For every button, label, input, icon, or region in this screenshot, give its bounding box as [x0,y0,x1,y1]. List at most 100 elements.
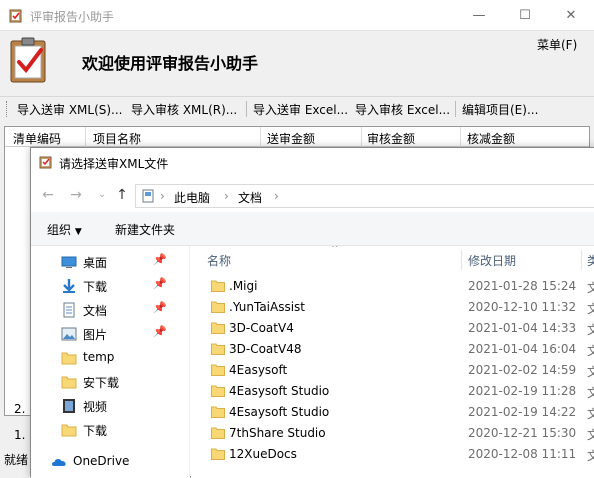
nav-item-videos[interactable]: 视频 [31,394,189,418]
menu-button[interactable]: 菜单(F) [537,36,577,53]
file-name: 12XueDocs [229,447,297,461]
nav-item-anxiazai[interactable]: 安下载 [31,370,189,394]
column-header-code[interactable]: 清单编码 [13,130,61,147]
file-open-dialog: 请选择送审XML文件 ← → ⌄ ↑ › 此电脑 › 文档 › 组织 ▼ 新建文… [30,147,594,478]
nav-item-temp[interactable]: temp [31,346,189,370]
column-divider [461,250,462,270]
file-list[interactable]: ^ 名称 修改日期 类 .Migi 2021-01-28 15:24 文 .YunTa… [191,246,594,478]
toolbar-separator [246,101,247,117]
breadcrumb-this-pc[interactable]: 此电脑 [174,189,210,206]
nav-item-label: 视频 [83,400,108,414]
column-header-name[interactable]: 项目名称 [93,130,141,147]
file-name: 7thShare Studio [229,426,326,440]
nav-item-onedrive[interactable]: OneDrive [21,450,179,474]
file-list-header: ^ 名称 修改日期 类 [191,246,594,270]
nav-item-downloads-folder[interactable]: 下载 [31,418,189,442]
file-date: 2021-01-04 14:33 [468,321,577,335]
column-divider [460,127,461,147]
folder-icon [211,280,225,292]
file-row[interactable]: 7thShare Studio 2020-12-21 15:30 文 [191,423,594,444]
folder-icon [211,448,225,460]
nav-item-documents[interactable]: 文档 📌 [31,298,189,322]
import-audit-xml-button[interactable]: 导入审核 XML(R)... [131,101,237,118]
header-banner: 欢迎使用评审报告小助手 菜单(F) [0,32,594,92]
file-name: .YunTaiAssist [229,300,306,314]
organize-button[interactable]: 组织 ▼ [47,221,82,238]
document-icon [63,302,75,318]
nav-item-label: 下载 [83,280,108,294]
file-type: 文 [587,386,594,400]
toolbar-grip[interactable] [6,101,8,117]
file-type: 文 [587,407,594,421]
welcome-heading: 欢迎使用评审报告小助手 [82,54,259,73]
file-row[interactable]: 12XueDocs 2020-12-08 11:11 文 [191,444,594,465]
nav-item-label: 文档 [83,304,108,318]
import-audit-excel-button[interactable]: 导入审核 Excel... [355,101,450,118]
breadcrumb-separator: › [160,189,165,203]
file-row[interactable]: 4Easysoft 2021-02-02 14:59 文 [191,360,594,381]
column-header-audited[interactable]: 审核金额 [367,130,415,147]
pane-divider[interactable] [189,246,190,478]
folder-icon [211,385,225,397]
edit-project-button[interactable]: 编辑项目(E)... [462,101,538,118]
import-review-xml-button[interactable]: 导入送审 XML(S)... [17,101,123,118]
pin-icon[interactable]: 📌 [153,301,167,314]
file-name: .Migi [229,279,258,293]
file-date: 2021-02-19 11:28 [468,384,577,398]
minimize-button[interactable]: — [456,0,502,31]
file-type: 文 [587,302,594,316]
forward-arrow-icon[interactable]: → [67,186,85,204]
file-date: 2021-02-19 14:22 [468,405,577,419]
import-review-excel-button[interactable]: 导入送审 Excel... [253,101,348,118]
address-bar[interactable]: › 此电脑 › 文档 › [135,184,594,208]
up-arrow-icon[interactable]: ↑ [113,186,131,204]
breadcrumb-separator: › [274,189,279,203]
file-row[interactable]: .YunTaiAssist 2020-12-10 11:32 文 [191,297,594,318]
file-type: 文 [587,281,594,295]
column-header-date[interactable]: 修改日期 [468,252,516,269]
chevron-down-icon[interactable]: ⌄ [93,186,111,204]
folder-icon [211,364,225,376]
file-row[interactable]: 4Esaysoft Studio 2021-02-19 14:22 文 [191,402,594,423]
column-header-type[interactable]: 类 [587,252,594,269]
back-arrow-icon[interactable]: ← [39,186,57,204]
command-bar: 组织 ▼ 新建文件夹 [31,212,594,246]
file-row[interactable]: .Migi 2021-01-28 15:24 文 [191,276,594,297]
nav-item-label: 桌面 [83,256,108,270]
nav-item-desktop[interactable]: 桌面 📌 [31,250,189,274]
picture-icon [61,327,77,341]
video-icon [63,399,75,413]
organize-label: 组织 [47,223,72,237]
pc-icon [142,189,154,203]
pin-icon[interactable]: 📌 [153,253,167,266]
column-header-name[interactable]: 名称 [207,252,231,269]
nav-item-pictures[interactable]: 图片 📌 [31,322,189,346]
nav-item-downloads[interactable]: 下载 📌 [31,274,189,298]
window-title: 评审报告小助手 [30,10,115,24]
column-divider [361,127,362,147]
folder-icon [211,322,225,334]
navigation-pane[interactable]: 桌面 📌 下载 📌 文档 📌 图片 📌 temp 安下载 视频 下载 OneDr… [31,246,189,478]
file-row[interactable]: 4Easysoft Studio 2021-02-19 11:28 文 [191,381,594,402]
nav-item-label: 下载 [83,424,108,438]
file-row[interactable]: 3D-CoatV48 2021-01-04 16:04 文 [191,339,594,360]
maximize-button[interactable]: ☐ [502,0,548,31]
pin-icon[interactable]: 📌 [153,325,167,338]
file-name: 4Easysoft [229,363,288,377]
folder-icon [211,343,225,355]
toolbar-separator [455,101,456,117]
new-folder-button[interactable]: 新建文件夹 [115,221,175,238]
file-date: 2021-01-04 16:04 [468,342,577,356]
app-clipboard-icon [39,156,52,169]
breadcrumb-documents[interactable]: 文档 [238,189,262,206]
column-header-reduced[interactable]: 核减金额 [467,130,515,147]
column-header-submitted[interactable]: 送审金额 [267,130,315,147]
close-button[interactable]: ✕ [548,0,594,31]
folder-icon [211,427,225,439]
onedrive-icon [52,459,66,466]
column-divider [260,127,261,147]
address-row: ← → ⌄ ↑ › 此电脑 › 文档 › [31,178,594,212]
file-type: 文 [587,449,594,463]
pin-icon[interactable]: 📌 [153,277,167,290]
file-row[interactable]: 3D-CoatV4 2021-01-04 14:33 文 [191,318,594,339]
